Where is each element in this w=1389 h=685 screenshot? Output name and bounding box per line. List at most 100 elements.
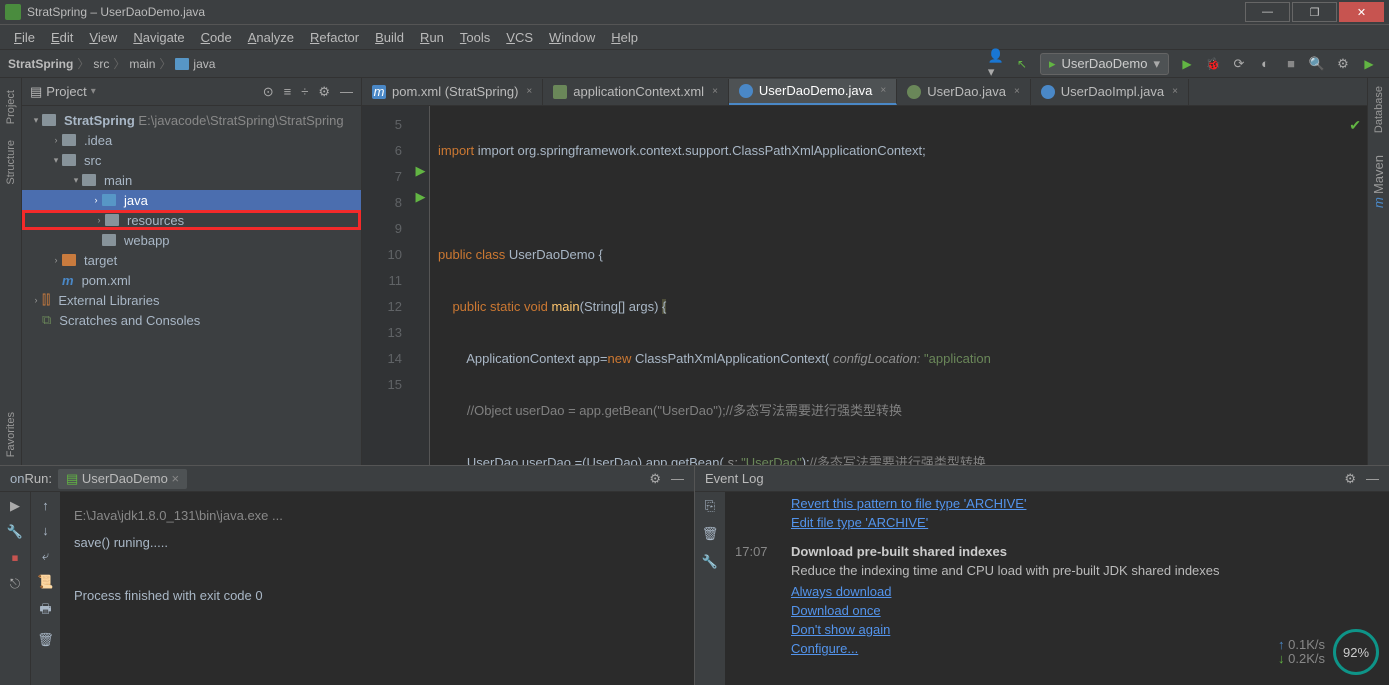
tree-item-idea[interactable]: ›.idea — [22, 130, 361, 150]
event-title: Download pre-built shared indexes — [791, 544, 1379, 559]
down-icon[interactable]: ↓ — [42, 523, 49, 538]
event-link[interactable]: Configure... — [791, 641, 858, 656]
breadcrumb-item[interactable]: StratSpring — [8, 57, 73, 71]
sidebar-tab-database[interactable]: Database — [1373, 78, 1385, 141]
tab-userdao[interactable]: UserDao.java× — [897, 79, 1031, 105]
minimize-button[interactable]: — — [1245, 2, 1290, 22]
sidebar-tab-maven[interactable]: m Maven — [1371, 147, 1386, 216]
settings-icon[interactable]: ⚙ — [1335, 56, 1351, 72]
breadcrumb-item[interactable]: src — [93, 57, 109, 71]
gear-icon[interactable]: ⚙ — [649, 471, 661, 487]
code-content[interactable]: import import org.springframework.contex… — [430, 106, 991, 465]
library-icon: ⫿⫿ — [42, 292, 50, 308]
rerun-icon[interactable]: ▶ — [10, 498, 20, 514]
run-button[interactable]: ▶ — [1179, 56, 1195, 72]
stop-icon[interactable]: ⏹ — [12, 550, 19, 566]
sidebar-tab-structure[interactable]: Structure — [5, 132, 17, 193]
event-panel-header: Event Log ⚙ — — [695, 466, 1389, 492]
menu-vcs[interactable]: VCS — [500, 28, 539, 47]
event-link[interactable]: Download once — [791, 603, 881, 618]
menu-refactor[interactable]: Refactor — [304, 28, 365, 47]
menu-analyze[interactable]: Analyze — [242, 28, 300, 47]
menu-build[interactable]: Build — [369, 28, 410, 47]
run-console-output[interactable]: E:\Java\jdk1.8.0_131\bin\java.exe ... sa… — [60, 492, 694, 685]
tree-item-scratches[interactable]: ⧉Scratches and Consoles — [22, 310, 361, 330]
tab-userdaoimpl[interactable]: UserDaoImpl.java× — [1031, 79, 1189, 105]
sidebar-tab-project[interactable]: Project — [5, 82, 17, 132]
search-icon[interactable]: 🔍 — [1309, 56, 1325, 72]
gear-icon[interactable]: ⚙ — [1344, 471, 1356, 487]
select-opened-file-icon[interactable]: ⊙ — [263, 84, 274, 100]
profile-button[interactable]: ◐ — [1257, 56, 1273, 72]
event-link[interactable]: Don't show again — [791, 622, 890, 637]
tree-project-root[interactable]: ▾ StratSpring E:\javacode\StratSpring\St… — [22, 110, 361, 130]
run-tool-window: on Run: ▤ UserDaoDemo × ⚙ — ▶ 🔧 ⏹ ⎋ ↑ ↓ … — [0, 466, 695, 685]
hide-panel-icon[interactable]: — — [340, 84, 353, 100]
sidebar-tab-favorites[interactable]: Favorites — [5, 404, 17, 465]
soft-wrap-icon[interactable]: ⤶ — [42, 548, 49, 564]
trash-icon[interactable]: 🗑 — [702, 526, 719, 542]
event-link[interactable]: Revert this pattern to file type 'ARCHIV… — [791, 496, 1026, 511]
close-icon[interactable]: × — [526, 86, 532, 97]
hide-panel-icon[interactable]: — — [671, 471, 684, 486]
tree-item-java[interactable]: ›java — [22, 190, 361, 210]
scroll-icon[interactable]: 📜 — [37, 574, 53, 590]
coverage-button[interactable]: ⟳ — [1231, 56, 1247, 72]
net-upload: 0.1K/s — [1288, 637, 1325, 652]
menu-code[interactable]: Code — [195, 28, 238, 47]
print-icon[interactable]: 🖶 — [39, 600, 51, 622]
breadcrumb-item[interactable]: java — [193, 57, 215, 71]
menu-view[interactable]: View — [83, 28, 123, 47]
scratch-icon: ⧉ — [42, 312, 51, 328]
tree-item-resources[interactable]: ›resources — [22, 210, 361, 230]
tree-item-main[interactable]: ▾main — [22, 170, 361, 190]
code-editor[interactable]: ✔ 56789101112131415 ▶ ▶ import import or… — [362, 106, 1367, 465]
wrench-icon[interactable]: 🔧 — [702, 554, 718, 570]
run-tab[interactable]: ▤ UserDaoDemo × — [58, 469, 187, 489]
debug-button[interactable]: 🐞 — [1205, 56, 1221, 72]
close-icon[interactable]: × — [1172, 86, 1178, 97]
hide-panel-icon[interactable]: — — [1366, 471, 1379, 486]
project-tree[interactable]: ▾ StratSpring E:\javacode\StratSpring\St… — [22, 106, 361, 465]
close-icon[interactable]: × — [880, 85, 886, 96]
menu-help[interactable]: Help — [605, 28, 644, 47]
tab-userdaodemo[interactable]: UserDaoDemo.java× — [729, 79, 897, 105]
gear-icon[interactable]: ⚙ — [318, 84, 330, 100]
tree-item-target[interactable]: ›target — [22, 250, 361, 270]
up-icon[interactable]: ↑ — [42, 498, 49, 513]
build-hammer-icon[interactable]: ↖ — [1014, 56, 1030, 72]
expand-all-icon[interactable]: ≡ — [284, 84, 292, 100]
event-link[interactable]: Edit file type 'ARCHIVE' — [791, 515, 928, 530]
menu-edit[interactable]: Edit — [45, 28, 79, 47]
trash-icon[interactable]: 🗑 — [37, 632, 54, 648]
close-icon[interactable]: × — [1014, 86, 1020, 97]
left-tool-gutter: Project Structure Favorites — [0, 78, 22, 465]
tree-item-webapp[interactable]: webapp — [22, 230, 361, 250]
run-config-dropdown[interactable]: ▸UserDaoDemo▾ — [1040, 53, 1169, 75]
tree-item-pom[interactable]: mpom.xml — [22, 270, 361, 290]
menu-window[interactable]: Window — [543, 28, 601, 47]
filter-icon[interactable]: ⎘ — [705, 498, 715, 514]
menu-tools[interactable]: Tools — [454, 28, 496, 47]
tab-pom[interactable]: mpom.xml (StratSpring)× — [362, 79, 543, 105]
run-anything-icon[interactable]: ▶ — [1361, 56, 1377, 72]
tree-item-external-libs[interactable]: ›⫿⫿External Libraries — [22, 290, 361, 310]
wrench-icon[interactable]: 🔧 — [7, 524, 23, 540]
collapse-all-icon[interactable]: ÷ — [301, 84, 308, 100]
tab-appcontext[interactable]: applicationContext.xml× — [543, 79, 729, 105]
stop-button[interactable]: ■ — [1283, 56, 1299, 72]
menu-run[interactable]: Run — [414, 28, 450, 47]
folder-icon — [105, 214, 119, 226]
close-icon[interactable]: × — [712, 86, 718, 97]
event-link[interactable]: Always download — [791, 584, 891, 599]
menu-file[interactable]: File — [8, 28, 41, 47]
maximize-button[interactable]: ❐ — [1292, 2, 1337, 22]
project-view-label[interactable]: Project — [46, 84, 86, 99]
exit-icon[interactable]: ⎋ — [10, 576, 20, 592]
user-icon[interactable]: 👤▾ — [988, 56, 1004, 72]
tree-item-src[interactable]: ▾src — [22, 150, 361, 170]
menu-navigate[interactable]: Navigate — [127, 28, 190, 47]
close-button[interactable]: ✕ — [1339, 2, 1384, 22]
breadcrumb-item[interactable]: main — [129, 57, 155, 71]
tree-path: E:\javacode\StratSpring\StratSpring — [138, 113, 343, 128]
